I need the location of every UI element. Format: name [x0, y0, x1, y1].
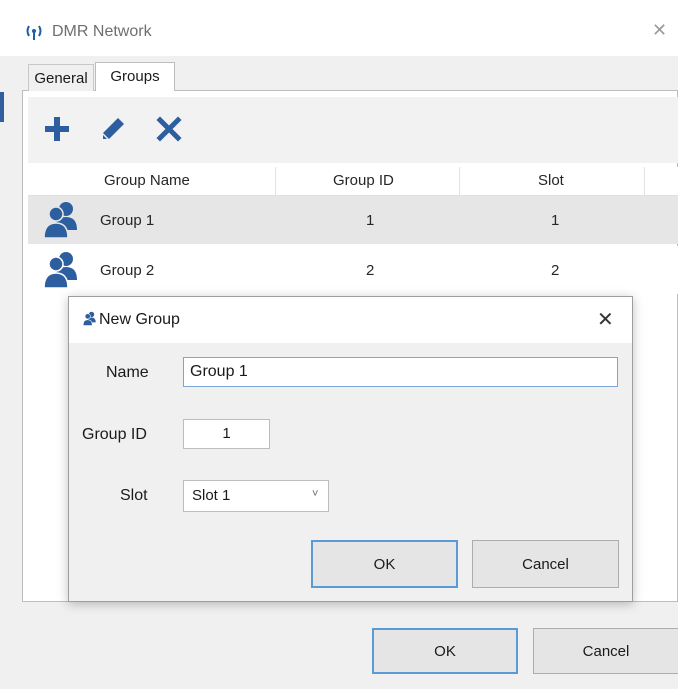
group-id-label: Group ID: [82, 426, 147, 443]
row-group-name: Group 2: [100, 262, 155, 279]
group-users-icon: [82, 311, 98, 332]
group-users-icon: [42, 200, 82, 247]
row-slot: 2: [551, 262, 560, 279]
group-id-input[interactable]: 1: [183, 419, 270, 449]
ok-button[interactable]: OK: [372, 628, 518, 674]
dialog-ok-button[interactable]: OK: [311, 540, 458, 588]
dialog-cancel-button[interactable]: Cancel: [472, 540, 619, 588]
delete-x-icon: [156, 115, 182, 147]
slot-dropdown[interactable]: Slot 1: [183, 480, 329, 512]
background-window-edge: [0, 92, 4, 122]
tab-groups[interactable]: Groups: [95, 62, 175, 91]
row-group-id: 1: [366, 212, 375, 229]
column-divider[interactable]: [459, 167, 460, 195]
slot-label: Slot: [120, 487, 148, 504]
column-divider[interactable]: [644, 167, 645, 195]
dialog-title: New Group: [99, 311, 180, 328]
tab-general[interactable]: General: [28, 64, 94, 91]
column-header-group-id[interactable]: Group ID: [333, 172, 394, 189]
column-header-group-name[interactable]: Group Name: [104, 172, 190, 189]
window-close-button[interactable]: ✕: [652, 20, 667, 41]
name-label: Name: [106, 364, 149, 381]
row-slot: 1: [551, 212, 560, 229]
name-input[interactable]: Group 1: [183, 357, 618, 387]
dialog-close-button[interactable]: ✕: [597, 307, 614, 332]
chevron-down-icon[interactable]: ˅: [312, 488, 318, 500]
cancel-button[interactable]: Cancel: [533, 628, 678, 674]
column-divider[interactable]: [275, 167, 276, 195]
group-users-icon: [42, 250, 82, 297]
radio-antenna-icon: [24, 22, 44, 42]
row-group-name: Group 1: [100, 212, 155, 229]
edit-group-button[interactable]: [88, 103, 138, 159]
row-group-id: 2: [366, 262, 375, 279]
plus-icon: [42, 114, 72, 149]
column-header-slot[interactable]: Slot: [538, 172, 564, 189]
delete-group-button[interactable]: [144, 103, 194, 159]
pencil-icon: [98, 114, 128, 149]
window-title: DMR Network: [52, 23, 152, 40]
add-group-button[interactable]: [32, 103, 82, 159]
